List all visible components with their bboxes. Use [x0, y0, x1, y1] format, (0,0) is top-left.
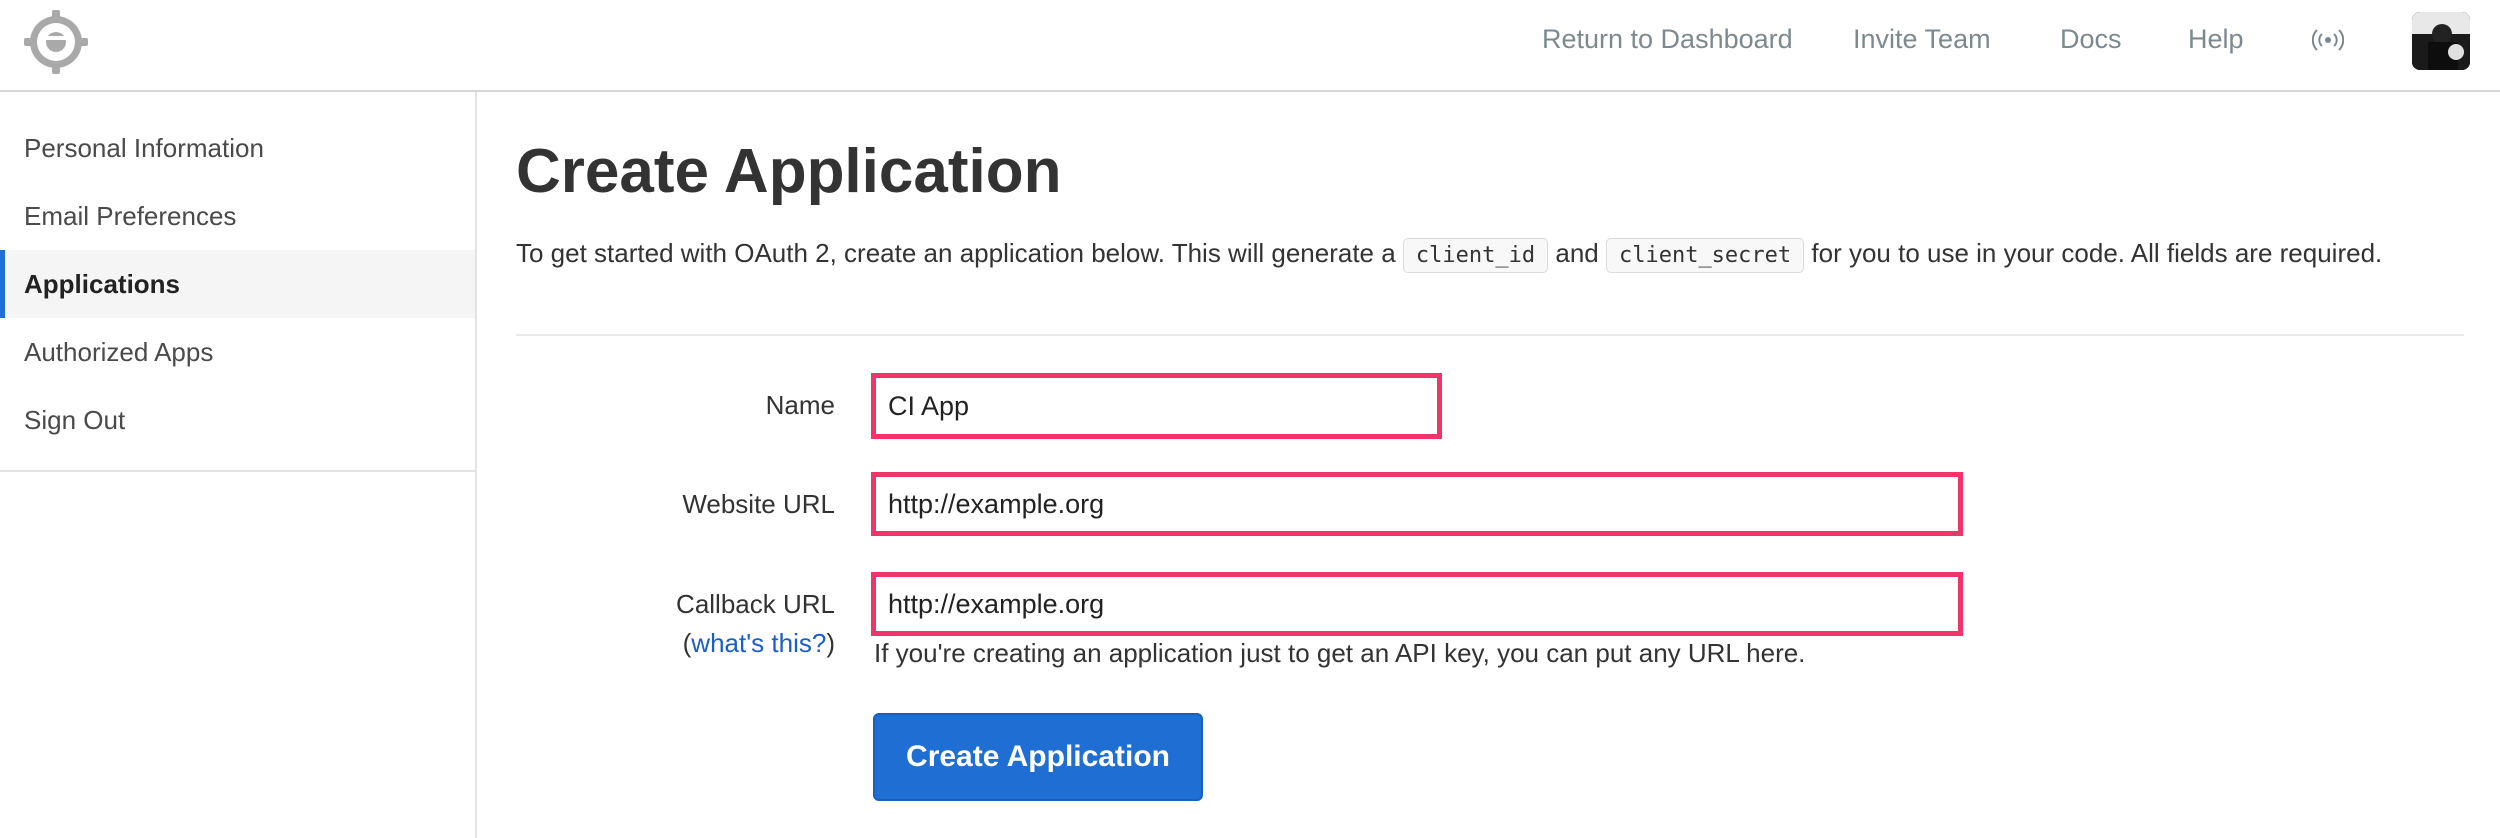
website-url-input[interactable] — [871, 472, 1963, 536]
create-application-button[interactable]: Create Application — [873, 713, 1203, 801]
intro-text-end: for you to use in your code. All fields … — [1804, 238, 2383, 268]
sidebar-item-email-preferences[interactable]: Email Preferences — [0, 182, 475, 250]
gear-logo-icon[interactable] — [24, 10, 88, 74]
sidebar-item-personal-information[interactable]: Personal Information — [0, 114, 475, 182]
avatar-photo-icon — [2412, 12, 2470, 70]
broadcast-signal-icon[interactable] — [2312, 26, 2344, 54]
user-avatar[interactable] — [2412, 12, 2470, 70]
client-id-code: client_id — [1402, 238, 1549, 273]
page-title: Create Application — [516, 137, 1062, 206]
intro-text-middle: and — [1548, 238, 1606, 268]
callback-help-paren-close: ) — [826, 628, 835, 658]
client-secret-code: client_secret — [1605, 238, 1805, 273]
top-navigation-bar: Return to Dashboard Invite Team Docs Hel… — [0, 0, 2500, 92]
nav-docs[interactable]: Docs — [2060, 24, 2122, 55]
name-input[interactable] — [871, 373, 1442, 439]
sidebar-item-applications[interactable]: Applications — [0, 250, 475, 318]
section-divider — [516, 334, 2464, 336]
name-label: Name — [765, 390, 835, 420]
sidebar-item-sign-out[interactable]: Sign Out — [0, 386, 475, 454]
nav-help[interactable]: Help — [2188, 24, 2244, 55]
sidebar-divider — [0, 470, 475, 472]
sidebar-item-authorized-apps[interactable]: Authorized Apps — [0, 318, 475, 386]
sidebar-nav-list: Personal Information Email Preferences A… — [0, 114, 475, 454]
settings-sidebar: Personal Information Email Preferences A… — [0, 92, 477, 838]
callback-help-paren-open: ( — [682, 628, 692, 658]
whats-this-link[interactable]: what's this? — [691, 628, 826, 658]
callback-url-label: Callback URL — [676, 589, 835, 619]
nav-return-to-dashboard[interactable]: Return to Dashboard — [1542, 24, 1793, 55]
nav-invite-team[interactable]: Invite Team — [1853, 24, 1991, 55]
website-url-label: Website URL — [682, 489, 835, 519]
callback-url-hint: If you're creating an application just t… — [874, 638, 1806, 668]
intro-text-start: To get started with OAuth 2, create an a… — [516, 238, 1403, 268]
intro-text: To get started with OAuth 2, create an a… — [516, 233, 2382, 276]
callback-help: (what's this?) — [515, 628, 835, 659]
callback-url-input[interactable] — [871, 572, 1963, 636]
